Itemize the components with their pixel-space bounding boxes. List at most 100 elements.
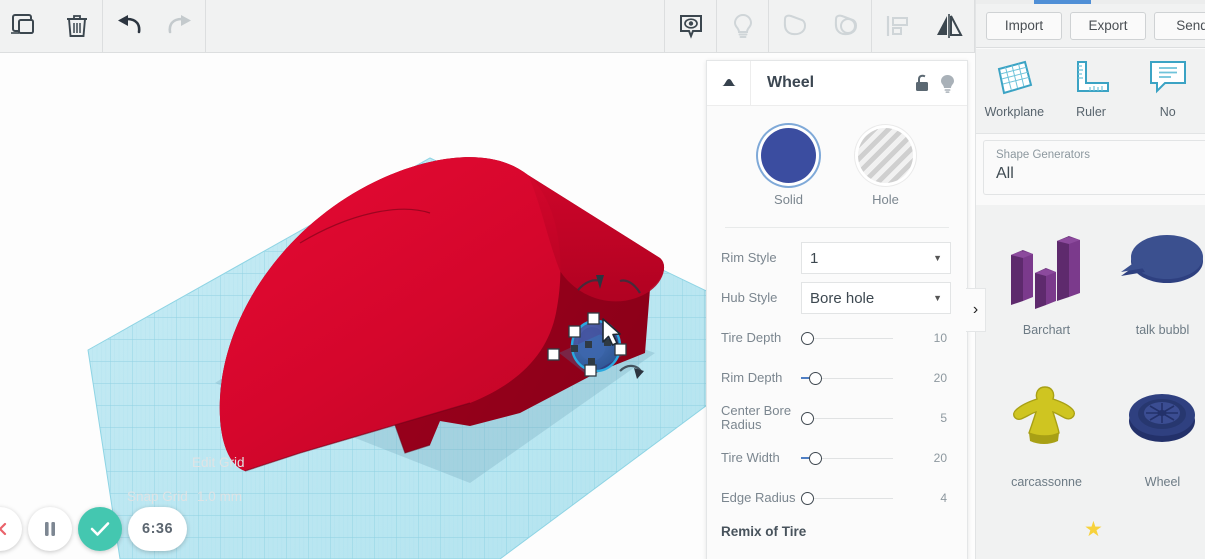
note-label: No (1159, 105, 1176, 119)
edit-tools-group (0, 0, 102, 53)
group-button[interactable] (769, 0, 820, 53)
send-to-button[interactable]: Send (1154, 11, 1205, 40)
expand-library-button[interactable]: › (966, 288, 986, 332)
pause-icon (45, 522, 55, 536)
talk-bubble-label: talk bubbl (1135, 323, 1190, 337)
collapse-panel-button[interactable] (707, 61, 751, 105)
partial-shape-thumbnail-left (1004, 553, 1074, 559)
workplane-grid-icon (998, 60, 1033, 95)
barchart-label: Barchart (1022, 323, 1071, 337)
recording-timer: 6:36 (128, 507, 188, 551)
mirror-button[interactable] (923, 0, 974, 53)
hub-style-label: Hub Style (721, 290, 778, 305)
close-icon (0, 522, 7, 536)
rim-depth-value: 20 (933, 371, 947, 385)
note-tool[interactable]: No (1129, 57, 1205, 119)
shape-parameters-list: Rim Style 1 ▼ Hub Style Bore hole ▼ Tire… (707, 228, 967, 545)
align-button[interactable] (872, 0, 923, 53)
undo-button[interactable] (103, 0, 154, 53)
shape-item-barchart[interactable]: Barchart (990, 213, 1103, 369)
redo-button[interactable] (154, 0, 205, 53)
wheel-icon (1129, 394, 1195, 442)
tire-width-slider[interactable] (801, 449, 893, 467)
tire-depth-slider[interactable] (801, 329, 893, 347)
light-toggle-button[interactable] (937, 61, 967, 105)
redo-icon (168, 15, 191, 34)
edge-radius-slider[interactable] (801, 489, 893, 507)
right-sidebar: Import Export Send Workplane Ruler No Sh… (975, 0, 1205, 559)
solid-hole-selector: Solid Hole (707, 120, 967, 211)
center-bore-radius-slider[interactable] (801, 409, 893, 427)
slider-knob[interactable] (809, 451, 822, 465)
solid-swatch[interactable] (761, 128, 816, 183)
tire-width-value: 20 (933, 451, 947, 465)
row-tire-width: Tire Width 20 (707, 438, 967, 478)
delete-icon (66, 15, 87, 37)
tinkercad-app: Edit Grid Snap Grid 1.0 mm 6:36 Wheel So… (0, 0, 1205, 559)
shape-item-talk-bubble[interactable]: talk bubbl (1106, 213, 1205, 369)
mode-solid[interactable]: Solid (761, 128, 816, 207)
hub-style-select[interactable]: Bore hole ▼ (801, 282, 951, 314)
stop-recording-button[interactable] (0, 507, 22, 551)
panel-title: Wheel (767, 74, 815, 91)
barchart-thumbnail (1001, 213, 1093, 323)
show-hide-icon (679, 15, 702, 39)
rim-style-select[interactable]: 1 ▼ (801, 242, 951, 274)
show-hide-button[interactable] (665, 0, 716, 53)
copy-to-clipboard-button[interactable] (0, 0, 51, 53)
lock-button[interactable] (907, 61, 937, 105)
ruler-icon (1077, 61, 1109, 92)
mode-hole[interactable]: Hole (858, 128, 913, 207)
rim-depth-slider[interactable] (801, 369, 893, 387)
properties-header: Wheel (707, 61, 967, 106)
hub-style-value: Bore hole (810, 289, 875, 307)
recording-controls[interactable]: 6:36 (0, 507, 188, 551)
shape-item-wheel[interactable]: Wheel (1106, 365, 1205, 521)
pause-recording-button[interactable] (28, 507, 72, 551)
workplane-label: Workplane (984, 105, 1045, 119)
ungroup-icon (834, 14, 857, 36)
confirm-recording-button[interactable] (78, 507, 122, 551)
slider-knob[interactable] (801, 411, 814, 425)
slider-track (811, 497, 893, 499)
slider-track (811, 417, 893, 419)
lightbulb-icon (940, 74, 954, 93)
export-button[interactable]: Export (1070, 11, 1146, 40)
slider-track (811, 457, 893, 459)
row-rim-depth: Rim Depth 20 (707, 358, 967, 398)
hole-swatch[interactable] (858, 128, 913, 183)
shape-item-carcassonne[interactable]: carcassonne (990, 365, 1103, 521)
top-toolbar (0, 0, 975, 53)
chevron-down-icon: ▼ (933, 293, 942, 303)
sidebar-action-buttons: Import Export Send (976, 4, 1205, 48)
wheel-thumbnail (1115, 365, 1205, 475)
row-hub-style: Hub Style Bore hole ▼ (707, 278, 967, 318)
slider-knob[interactable] (801, 491, 814, 505)
rim-style-value: 1 (810, 249, 819, 267)
import-button[interactable]: Import (986, 11, 1062, 40)
copy-to-clipboard-icon (10, 14, 34, 34)
slider-knob[interactable] (809, 371, 822, 385)
delete-button[interactable] (51, 0, 102, 53)
favorite-star-icon: ★ (1084, 518, 1103, 541)
workplane-tool[interactable]: Workplane (976, 57, 1053, 119)
slider-track (811, 337, 893, 339)
lightbulb-icon (733, 13, 752, 38)
row-center-bore-radius: Center Bore Radius 5 (707, 398, 967, 438)
chevron-down-icon: ▼ (933, 253, 942, 263)
snap-grid-label: Snap Grid (127, 489, 188, 504)
snap-grid-value: 1.0 mm (197, 489, 243, 504)
row-rim-style: Rim Style 1 ▼ (707, 238, 967, 278)
ungroup-button[interactable] (820, 0, 871, 53)
shape-library-grid: Barchart talk bubbl carcassonne Wheel ★ (976, 205, 1205, 559)
ruler-label: Ruler (1076, 105, 1106, 119)
partial-shape-thumbnail-right (1124, 553, 1194, 559)
edge-radius-value: 4 (940, 491, 947, 505)
row-edge-radius: Edge Radius 4 (707, 478, 967, 518)
recording-time-label: 6:36 (142, 521, 174, 537)
shape-generators-selector[interactable]: Shape Generators All (983, 140, 1205, 195)
slider-knob[interactable] (801, 331, 814, 345)
light-button[interactable] (717, 0, 768, 53)
ruler-tool[interactable]: Ruler (1053, 57, 1130, 119)
